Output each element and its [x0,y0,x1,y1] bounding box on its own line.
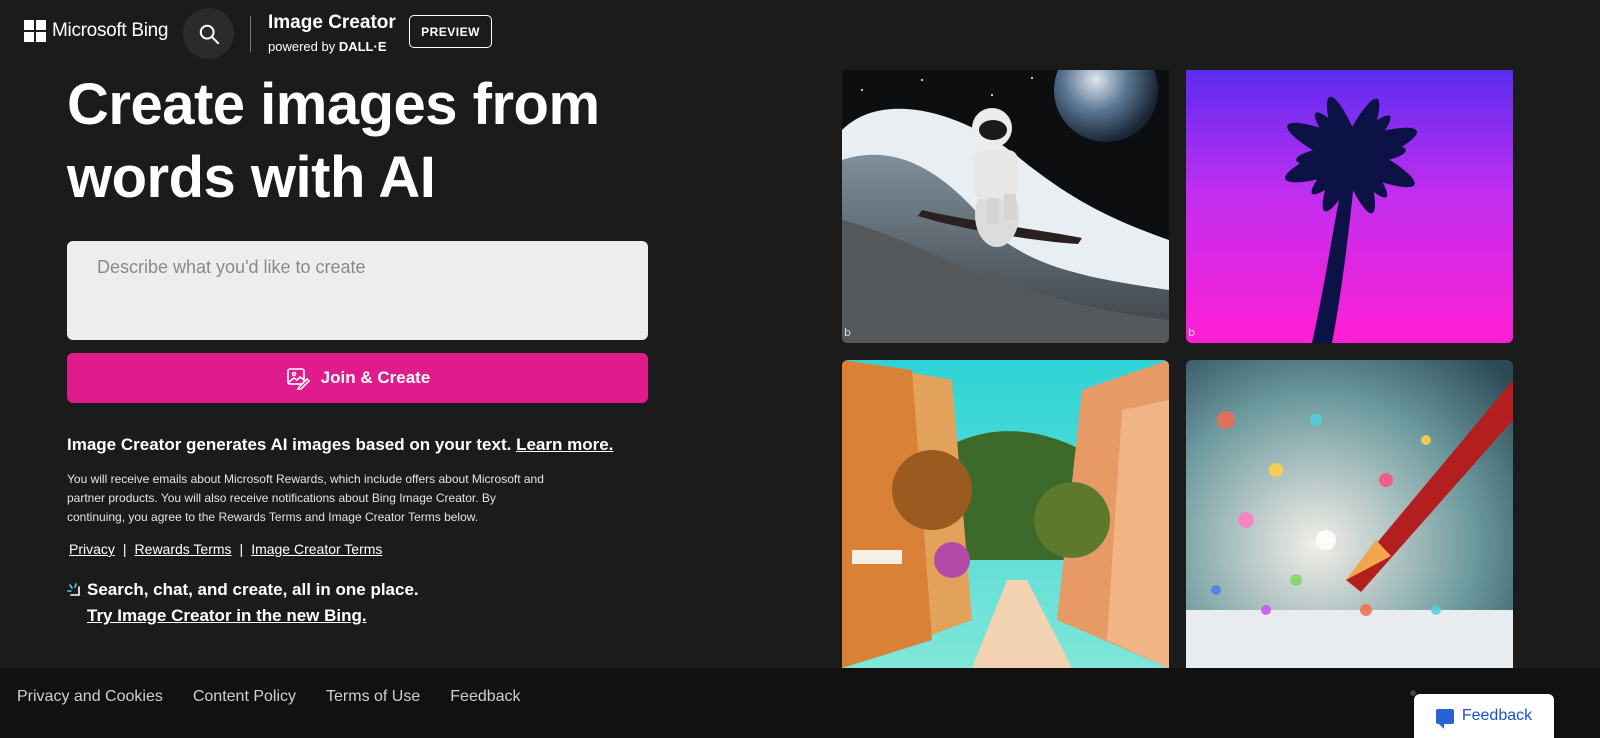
top-header: Microsoft Bing Image Creator powered by … [0,0,1600,64]
neon-palm-tree-image[interactable]: b [1186,70,1513,343]
footer-links: Privacy and Cookies Content Policy Terms… [17,688,521,706]
prompt-input[interactable] [67,241,648,340]
feedback-label: Feedback [1461,707,1533,724]
learn-more-link[interactable]: Learn more. [516,435,613,454]
brand-subtitle: powered by DALL·E [268,38,396,56]
footer-terms-link[interactable]: Terms of Use [326,688,420,706]
link-separator: | [239,541,244,557]
search-icon [199,24,219,44]
brand-title: Image Creator [268,12,396,33]
watermark: b [1188,326,1195,339]
rewards-disclaimer: You will receive emails about Microsoft … [67,472,544,524]
promo-line: Search, chat, and create, all in one pla… [67,580,419,600]
header-divider [250,16,251,52]
link-separator: | [122,541,127,557]
powered-by-text: powered by [268,39,336,54]
image-creator-brand[interactable]: Image Creator powered by DALL·E [268,12,396,56]
footer-privacy-link[interactable]: Privacy and Cookies [17,688,163,706]
feedback-icon [1435,708,1454,729]
search-button[interactable] [183,8,234,59]
join-and-create-button[interactable]: Join & Create [67,353,648,403]
rewards-terms-link[interactable]: Rewards Terms [135,541,232,557]
privacy-link[interactable]: Privacy [69,541,115,557]
preview-badge: PREVIEW [409,15,492,48]
footer-feedback-link[interactable]: Feedback [450,688,520,706]
sunny-street-image[interactable] [842,360,1169,668]
page-title: Create images from words with AI [67,72,600,210]
join-and-create-label: Join & Create [320,368,431,387]
dalle-label: DALL·E [338,39,387,54]
windows-logo-icon [24,20,46,42]
astronaut-surfing-image[interactable]: b [842,70,1169,343]
try-new-bing-link[interactable]: Try Image Creator in the new Bing. [87,606,419,626]
info-text: Image Creator generates AI images based … [67,435,512,454]
feedback-button[interactable]: Feedback [1414,694,1554,738]
new-bing-promo: Search, chat, and create, all in one pla… [67,580,419,626]
promo-text: Search, chat, and create, all in one pla… [87,580,419,599]
microsoft-bing-logo[interactable]: Microsoft Bing [24,20,168,42]
image-creator-terms-link[interactable]: Image Creator Terms [251,541,382,557]
glitter-pencil-image[interactable] [1186,360,1513,668]
image-edit-icon [286,368,310,390]
page-footer: Privacy and Cookies Content Policy Terms… [0,668,1600,738]
info-text-line: Image Creator generates AI images based … [67,435,613,455]
legal-links: Privacy | Rewards Terms | Image Creator … [69,541,382,557]
sparkle-icon [67,583,80,596]
logo-text: Microsoft Bing [52,20,169,41]
watermark: b [844,326,851,339]
footer-content-policy-link[interactable]: Content Policy [193,688,296,706]
